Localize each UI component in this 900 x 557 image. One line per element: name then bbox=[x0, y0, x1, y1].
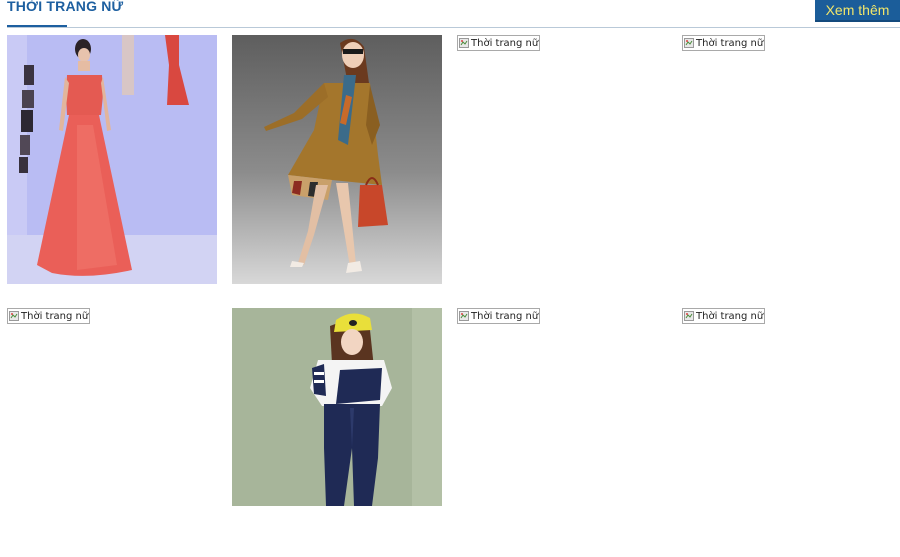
broken-image-alt: Thời trang nữ bbox=[471, 310, 539, 322]
broken-image-alt: Thời trang nữ bbox=[696, 37, 764, 49]
broken-image: Thời trang nữ bbox=[457, 35, 541, 51]
see-more-button[interactable]: Xem thêm bbox=[815, 0, 900, 22]
red-gown-runway-photo bbox=[7, 35, 217, 284]
product-card-6[interactable] bbox=[232, 308, 442, 506]
broken-image-alt: Thời trang nữ bbox=[471, 37, 539, 49]
broken-image-alt: Thời trang nữ bbox=[21, 310, 89, 322]
section-header: THỜI TRANG NỮ Xem thêm bbox=[0, 0, 900, 28]
broken-image-icon bbox=[459, 38, 469, 48]
broken-image: Thời trang nữ bbox=[682, 308, 766, 324]
product-card-1[interactable] bbox=[7, 35, 217, 284]
product-card-3[interactable]: Thời trang nữ bbox=[457, 35, 667, 284]
navy-jumpsuit-yellow-cap-photo bbox=[232, 308, 442, 506]
broken-image: Thời trang nữ bbox=[682, 35, 766, 51]
broken-image-icon bbox=[684, 38, 694, 48]
product-card-7[interactable]: Thời trang nữ bbox=[457, 308, 667, 557]
section-title: THỜI TRANG NỮ bbox=[7, 0, 124, 14]
broken-image: Thời trang nữ bbox=[457, 308, 541, 324]
product-card-2[interactable] bbox=[232, 35, 442, 284]
header-divider bbox=[7, 27, 900, 28]
product-card-4[interactable]: Thời trang nữ bbox=[682, 35, 892, 284]
broken-image-icon bbox=[459, 311, 469, 321]
broken-image-icon bbox=[684, 311, 694, 321]
product-card-5[interactable]: Thời trang nữ bbox=[7, 308, 217, 557]
broken-image-icon bbox=[9, 311, 19, 321]
product-card-8[interactable]: Thời trang nữ bbox=[682, 308, 892, 557]
broken-image: Thời trang nữ bbox=[7, 308, 91, 324]
broken-image-alt: Thời trang nữ bbox=[696, 310, 764, 322]
brown-trench-coat-photo bbox=[232, 35, 442, 284]
